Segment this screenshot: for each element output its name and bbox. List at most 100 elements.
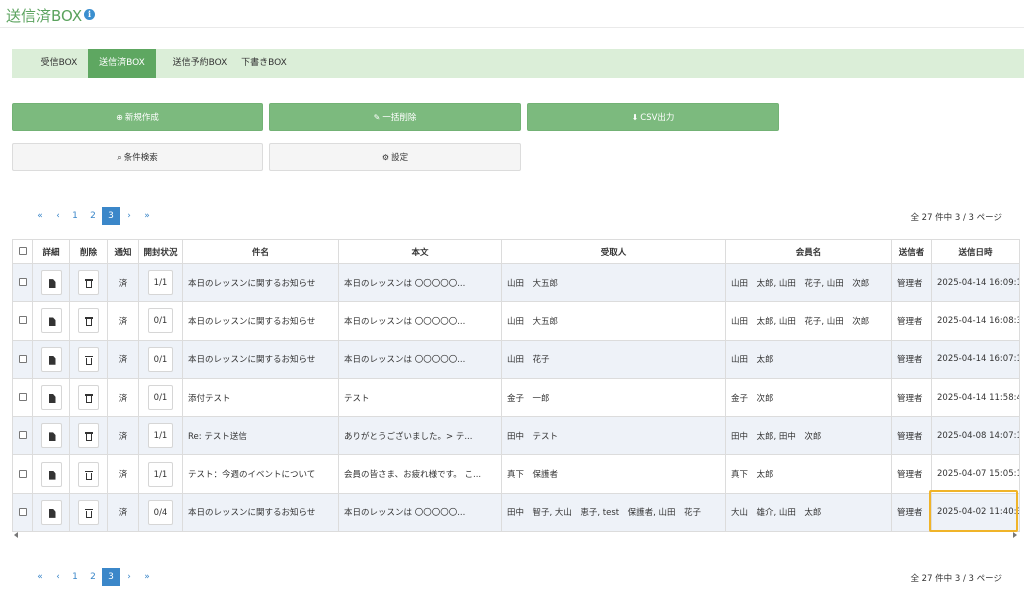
info-icon[interactable]: i xyxy=(84,9,95,20)
detail-button[interactable] xyxy=(40,270,62,296)
tab-drafts[interactable]: 下書きBOX xyxy=(238,49,290,78)
prev-page-link[interactable]: ‹ xyxy=(49,568,67,586)
delete-button[interactable] xyxy=(78,385,99,411)
row-select-cell xyxy=(12,262,33,303)
delete-button[interactable] xyxy=(78,423,99,449)
detail-button[interactable] xyxy=(40,385,62,411)
notify-cell: 済 xyxy=(107,416,139,456)
row-select-cell xyxy=(12,416,33,456)
row-select-cell xyxy=(12,301,33,341)
detail-button[interactable] xyxy=(40,499,62,525)
member-cell: 田中 太郎, 田中 次郎 xyxy=(725,416,892,456)
body-cell[interactable]: 本日のレッスンは 〇〇〇〇〇... xyxy=(338,262,502,303)
subject-cell[interactable]: 本日のレッスンに関するお知らせ xyxy=(182,492,339,533)
page-link-2[interactable]: 2 xyxy=(84,568,102,586)
subject-cell[interactable]: Re: テスト送信 xyxy=(182,416,339,456)
opened-status-button[interactable]: 1/1 xyxy=(148,270,173,296)
detail-button[interactable] xyxy=(40,461,62,487)
detail-cell xyxy=(32,301,70,341)
next-page-link[interactable]: › xyxy=(120,568,138,586)
opened-status-button[interactable]: 0/4 xyxy=(148,499,173,525)
horizontal-scrollbar[interactable] xyxy=(12,532,1019,540)
detail-cell xyxy=(32,416,70,456)
select-all-cell xyxy=(12,239,33,264)
opened-status-button[interactable]: 1/1 xyxy=(148,423,173,449)
document-icon xyxy=(48,317,56,327)
row-checkbox[interactable] xyxy=(18,469,27,478)
search-conditions-button[interactable]: ⌕ 条件検索 xyxy=(12,143,263,171)
header-sent-at[interactable]: 送信日時 xyxy=(931,239,1020,264)
notify-cell: 済 xyxy=(107,262,139,303)
last-page-link[interactable]: » xyxy=(138,207,156,225)
page-link-1[interactable]: 1 xyxy=(66,207,84,225)
body-cell[interactable]: 本日のレッスンは 〇〇〇〇〇... xyxy=(338,339,502,379)
subject-cell[interactable]: 本日のレッスンに関するお知らせ xyxy=(182,301,339,341)
page-link-3[interactable]: 3 xyxy=(102,207,120,225)
delete-button[interactable] xyxy=(78,308,99,334)
header-sender[interactable]: 送信者 xyxy=(891,239,932,264)
delete-button[interactable] xyxy=(78,270,99,296)
detail-button[interactable] xyxy=(40,346,62,372)
subject-cell[interactable]: 本日のレッスンに関するお知らせ xyxy=(182,262,339,303)
new-message-button[interactable]: ⊕ 新規作成 xyxy=(12,103,263,131)
page-link-2[interactable]: 2 xyxy=(84,207,102,225)
row-checkbox[interactable] xyxy=(18,354,27,363)
body-cell[interactable]: 会員の皆さま、お疲れ様です。 こ... xyxy=(338,454,502,494)
detail-cell xyxy=(32,492,70,533)
member-cell: 山田 太郎, 山田 花子, 山田 次郎 xyxy=(725,301,892,341)
first-page-link[interactable]: « xyxy=(31,207,49,225)
opened-status-button[interactable]: 1/1 xyxy=(148,461,173,487)
select-all-checkbox[interactable] xyxy=(18,247,27,255)
next-page-link[interactable]: › xyxy=(120,207,138,225)
prev-page-link[interactable]: ‹ xyxy=(49,207,67,225)
trash-icon xyxy=(85,470,93,480)
page-link-1[interactable]: 1 xyxy=(66,568,84,586)
detail-button[interactable] xyxy=(40,423,62,449)
csv-export-button[interactable]: ⬇ CSV出力 xyxy=(527,103,779,131)
sent-at-cell: 2025-04-14 16:07:10 xyxy=(931,339,1020,379)
opened-cell: 1/1 xyxy=(138,416,183,456)
row-checkbox[interactable] xyxy=(18,278,27,287)
row-checkbox[interactable] xyxy=(18,507,27,516)
settings-button[interactable]: ⚙ 設定 xyxy=(269,143,521,171)
download-icon: ⬇ xyxy=(631,113,639,122)
page-title: 送信済BOX xyxy=(6,7,83,25)
opened-status-button[interactable]: 0/1 xyxy=(148,346,173,372)
trash-icon xyxy=(85,279,93,289)
tab-scheduled[interactable]: 送信予約BOX xyxy=(160,49,240,78)
body-cell[interactable]: テスト xyxy=(338,377,502,418)
bulk-delete-button[interactable]: ✎ 一括削除 xyxy=(269,103,521,131)
delete-button[interactable] xyxy=(78,346,99,372)
last-page-link[interactable]: » xyxy=(138,568,156,586)
header-recipient[interactable]: 受取人 xyxy=(501,239,726,264)
scroll-right-arrow-icon[interactable] xyxy=(1013,532,1017,538)
body-cell[interactable]: ありがとうございました。> テ... xyxy=(338,416,502,456)
opened-status-button[interactable]: 0/1 xyxy=(148,385,173,411)
subject-cell[interactable]: テスト：今週のイベントについて xyxy=(182,454,339,494)
row-checkbox[interactable] xyxy=(18,316,27,325)
header-body[interactable]: 本文 xyxy=(338,239,502,264)
row-checkbox[interactable] xyxy=(18,431,27,440)
detail-button[interactable] xyxy=(40,308,62,334)
page-link-3[interactable]: 3 xyxy=(102,568,120,586)
header-subject[interactable]: 件名 xyxy=(182,239,339,264)
opened-status-button[interactable]: 0/1 xyxy=(148,308,173,334)
sent-at-cell: 2025-04-08 14:07:13 xyxy=(931,416,1020,456)
subject-cell[interactable]: 本日のレッスンに関するお知らせ xyxy=(182,339,339,379)
opened-cell: 0/1 xyxy=(138,377,183,418)
trash-icon xyxy=(85,355,93,365)
tab-inbox[interactable]: 受信BOX xyxy=(29,49,89,78)
delete-cell xyxy=(69,416,108,456)
row-checkbox[interactable] xyxy=(18,393,27,402)
header-member[interactable]: 会員名 xyxy=(725,239,892,264)
document-icon xyxy=(48,470,56,480)
tab-sent[interactable]: 送信済BOX xyxy=(88,49,156,78)
body-cell[interactable]: 本日のレッスンは 〇〇〇〇〇... xyxy=(338,492,502,533)
scroll-left-arrow-icon[interactable] xyxy=(14,532,18,538)
delete-button[interactable] xyxy=(78,461,99,487)
subject-cell[interactable]: 添付テスト xyxy=(182,377,339,418)
body-cell[interactable]: 本日のレッスンは 〇〇〇〇〇... xyxy=(338,301,502,341)
delete-button[interactable] xyxy=(78,499,99,525)
first-page-link[interactable]: « xyxy=(31,568,49,586)
notify-cell: 済 xyxy=(107,454,139,494)
